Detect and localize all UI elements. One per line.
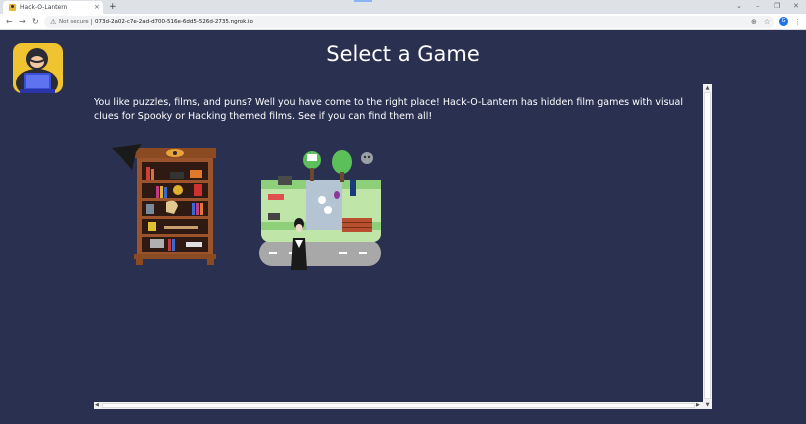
forward-button[interactable]: → xyxy=(19,16,26,28)
hacking-game-button[interactable] xyxy=(256,142,384,272)
scroll-up-arrow-icon[interactable]: ▲ xyxy=(703,84,712,92)
warning-icon: ⚠ xyxy=(50,18,57,26)
vertical-scrollbar[interactable]: ▲ ▼ xyxy=(703,84,712,409)
restore-button[interactable]: ❐ xyxy=(774,1,780,12)
new-tab-button[interactable]: + xyxy=(109,1,117,13)
tab-strip-indicator xyxy=(354,0,372,2)
horizontal-scroll-thumb[interactable] xyxy=(102,403,695,408)
haunted-bookshelf-icon xyxy=(112,144,216,265)
minimize-button[interactable]: – xyxy=(756,1,760,12)
browser-tab[interactable]: Hack-O-Lantern × xyxy=(3,1,103,14)
tab-strip: Hack-O-Lantern × + ⌄ – ❐ ✕ xyxy=(0,0,806,14)
favicon-icon xyxy=(9,4,16,11)
tab-search-icon[interactable]: ⌄ xyxy=(736,1,742,12)
url-text[interactable]: 073d-2a02-c7e-2ad-d700-516e-6dd5-526d-27… xyxy=(95,16,253,28)
address-bar[interactable]: ⚠ Not secure 073d-2a02-c7e-2ad-d700-516e… xyxy=(44,16,774,28)
browser-toolbar: ← → ↻ ⚠ Not secure 073d-2a02-c7e-2ad-d70… xyxy=(0,14,806,30)
reload-button[interactable]: ↻ xyxy=(32,16,39,28)
scroll-down-arrow-icon[interactable]: ▼ xyxy=(703,401,712,409)
intro-text: You like puzzles, films, and puns? Well … xyxy=(94,97,684,122)
zoom-icon[interactable]: ⊕ xyxy=(751,16,757,28)
hacking-town-map-icon xyxy=(259,150,381,270)
page-title: Select a Game xyxy=(326,42,480,66)
vertical-scroll-thumb[interactable] xyxy=(704,92,711,399)
back-button[interactable]: ← xyxy=(6,16,13,28)
horizontal-scrollbar[interactable]: ◀ ▶ xyxy=(94,402,703,409)
security-label[interactable]: Not secure xyxy=(59,16,89,28)
browser-menu-icon[interactable]: ⋮ xyxy=(794,16,801,28)
address-separator xyxy=(91,19,92,25)
profile-avatar[interactable]: G xyxy=(779,17,788,26)
spooky-game-button[interactable] xyxy=(108,142,220,272)
page-body: Select a Game You like puzzles, films, a… xyxy=(0,31,806,424)
scroll-left-arrow-icon[interactable]: ◀ xyxy=(95,402,99,409)
tab-title: Hack-O-Lantern xyxy=(20,4,68,11)
scroll-right-arrow-icon[interactable]: ▶ xyxy=(696,402,700,409)
close-window-button[interactable]: ✕ xyxy=(793,1,799,12)
bookmark-star-icon[interactable]: ☆ xyxy=(764,16,770,28)
content-panel: You like puzzles, films, and puns? Well … xyxy=(94,84,712,409)
tab-close-icon[interactable]: × xyxy=(94,2,100,13)
